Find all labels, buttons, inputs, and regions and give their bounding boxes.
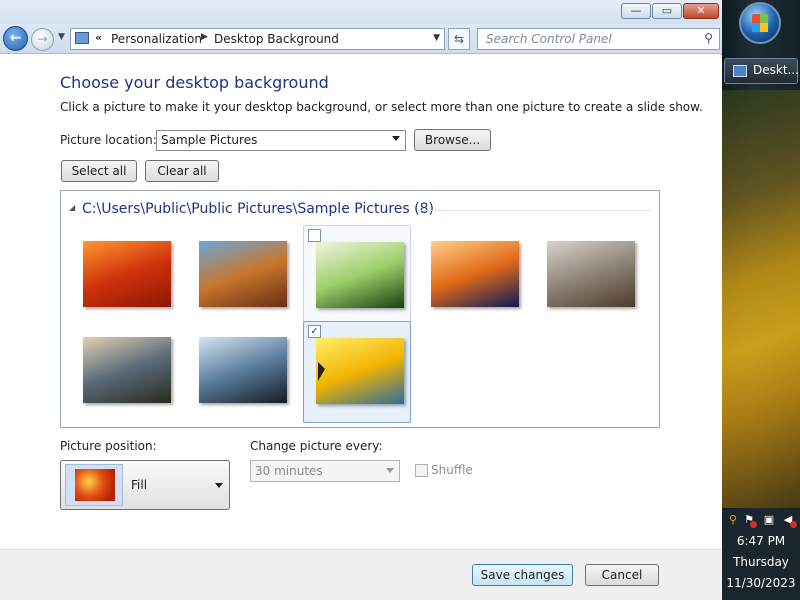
title-bar: — ▭ ✕ [0, 0, 722, 24]
clear-all-button[interactable]: Clear all [145, 160, 219, 182]
change-interval-select[interactable]: 30 minutes [250, 460, 400, 482]
address-dropdown-icon[interactable]: ▼ [433, 33, 440, 43]
navigation-bar: ← → ▼ « Personalization ▶ Desktop Backgr… [0, 24, 722, 54]
taskbar: Deskt... ⚲ ⚑ ▣ ◀ 6:47 PM Thursday 11/30/… [722, 0, 800, 600]
picture-position-select[interactable]: Fill [60, 460, 230, 510]
picture-tile-hydrangeas[interactable] [303, 225, 411, 327]
page-title: Choose your desktop background [60, 73, 329, 92]
browse-button[interactable]: Browse... [414, 129, 491, 151]
breadcrumb-separator-icon[interactable]: ▶ [201, 32, 208, 42]
picture-tile-penguins[interactable] [187, 321, 295, 423]
picture-checkbox[interactable] [308, 229, 321, 242]
picture-thumbnail-jellyfish[interactable] [431, 241, 519, 307]
control-panel-icon [75, 32, 89, 44]
chevron-down-icon [386, 468, 394, 473]
refresh-button[interactable]: ⇆ [448, 28, 470, 50]
maximize-button[interactable]: ▭ [652, 3, 682, 19]
picture-tile-desert[interactable] [187, 225, 295, 327]
clock-date[interactable]: 11/30/2023 [722, 576, 800, 590]
chevron-down-icon [215, 483, 223, 488]
picture-thumbnail-hydrangeas[interactable] [316, 242, 404, 308]
picture-thumbnail-koala[interactable] [547, 241, 635, 307]
picture-tile-chrysanthemum[interactable] [71, 225, 179, 327]
start-button[interactable] [739, 2, 781, 44]
page-instructions: Click a picture to make it your desktop … [60, 100, 703, 114]
recent-pages-button[interactable]: ▼ [58, 32, 65, 42]
breadcrumb-desktop-background[interactable]: Desktop Background [214, 32, 339, 46]
clock-time[interactable]: 6:47 PM [722, 534, 800, 548]
address-bar[interactable]: « Personalization ▶ Desktop Background ▼ [70, 28, 445, 50]
dialog-footer: Save changes Cancel [0, 549, 722, 600]
back-button[interactable]: ← [3, 26, 28, 51]
picture-position-value: Fill [131, 478, 148, 492]
mute-badge-icon [790, 521, 797, 528]
close-button[interactable]: ✕ [683, 3, 719, 19]
mouse-pointer-icon [318, 362, 325, 381]
change-interval-value: 30 minutes [255, 464, 323, 478]
picture-thumbnail-lighthouse[interactable] [83, 337, 171, 403]
search-icon[interactable]: ⚲ [704, 31, 713, 45]
collapse-group-icon[interactable]: ◢ [69, 203, 75, 212]
select-all-button[interactable]: Select all [61, 160, 137, 182]
control-panel-icon [733, 65, 747, 77]
picture-tile-jellyfish[interactable] [419, 225, 527, 327]
change-interval-label: Change picture every: [250, 439, 383, 453]
picture-thumbnail-tulips[interactable] [316, 338, 404, 404]
picture-checkbox[interactable]: ✓ [308, 325, 321, 338]
search-icon[interactable]: ⚲ [727, 514, 739, 526]
shuffle-checkbox[interactable] [415, 464, 428, 477]
search-placeholder: Search Control Panel [486, 32, 612, 46]
picture-location-value: Sample Pictures [161, 133, 258, 147]
breadcrumb-personalization[interactable]: Personalization [111, 32, 202, 46]
alert-badge-icon [750, 521, 757, 528]
picture-tile-lighthouse[interactable] [71, 321, 179, 423]
picture-tile-koala[interactable] [535, 225, 643, 327]
position-preview [65, 464, 123, 506]
minimize-button[interactable]: — [621, 3, 651, 19]
windows-logo-lower-icon [752, 23, 768, 32]
group-header[interactable]: C:\Users\Public\Public Pictures\Sample P… [82, 201, 434, 217]
picture-thumbnail-penguins[interactable] [199, 337, 287, 403]
network-icon[interactable]: ▣ [763, 514, 775, 526]
position-preview-image [75, 469, 115, 501]
save-changes-button[interactable]: Save changes [472, 564, 573, 586]
group-divider [419, 210, 651, 211]
picture-location-select[interactable]: Sample Pictures [156, 130, 406, 151]
address-overflow-chevron[interactable]: « [95, 31, 102, 44]
picture-thumbnail-desert[interactable] [199, 241, 287, 307]
taskbar-item-label: Deskt... [753, 63, 799, 77]
picture-location-label: Picture location: [60, 133, 157, 147]
picture-thumbnail-chrysanthemum[interactable] [83, 241, 171, 307]
clock-day[interactable]: Thursday [722, 555, 800, 569]
taskbar-item-desktop-background[interactable]: Deskt... [724, 58, 799, 84]
desktop-background-window: — ▭ ✕ ← → ▼ « Personalization ▶ Desktop … [0, 0, 722, 600]
shuffle-label: Shuffle [431, 463, 473, 477]
search-input[interactable]: Search Control Panel ⚲ [477, 28, 720, 50]
system-tray: ⚲ ⚑ ▣ ◀ 6:47 PM Thursday 11/30/2023 [722, 510, 800, 600]
picture-position-label: Picture position: [60, 439, 157, 453]
cancel-button[interactable]: Cancel [585, 564, 659, 586]
chevron-down-icon [392, 136, 400, 141]
main-content: Choose your desktop background Click a p… [0, 55, 722, 549]
forward-button[interactable]: → [31, 28, 54, 51]
desktop-wallpaper [722, 90, 800, 508]
picture-gallery[interactable]: ◢ C:\Users\Public\Public Pictures\Sample… [60, 190, 660, 428]
